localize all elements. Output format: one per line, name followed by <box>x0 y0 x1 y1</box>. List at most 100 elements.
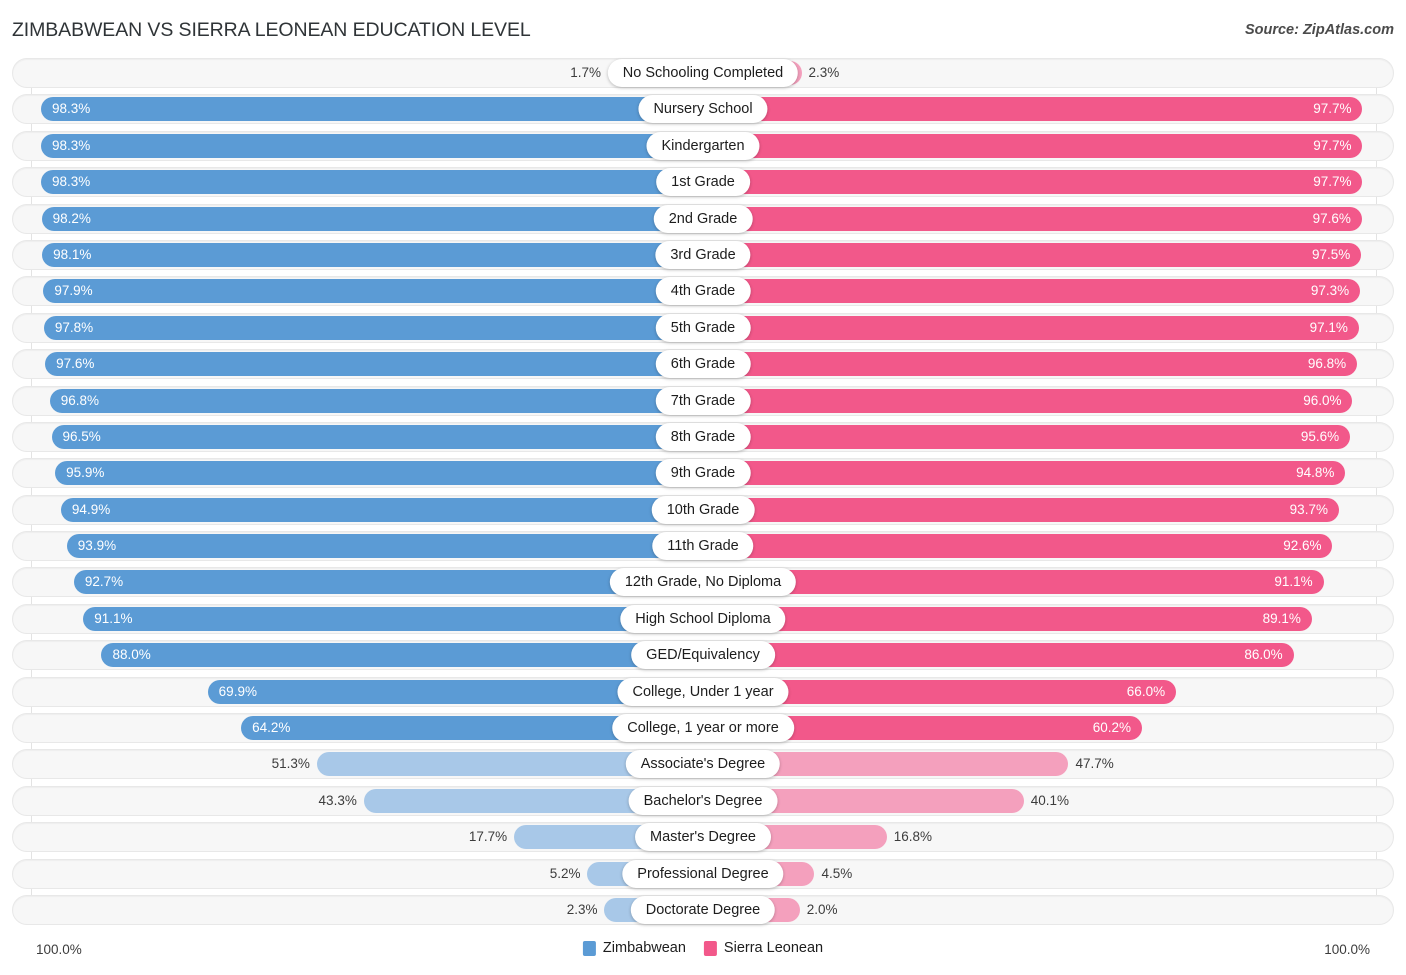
bar-value-zimbabwean: 64.2% <box>252 720 291 736</box>
bar-row: 98.1% 97.5% 3rd Grade <box>0 239 1406 270</box>
category-label: 1st Grade <box>656 168 750 197</box>
bar-zimbabwean[interactable]: 98.3% <box>40 97 703 122</box>
bar-sierra-leonean[interactable]: 93.7% <box>703 497 1339 522</box>
bar-zimbabwean[interactable]: 98.3% <box>40 170 703 195</box>
bar-row: 92.7% 91.1% 12th Grade, No Diploma <box>0 567 1406 598</box>
category-label: 12th Grade, No Diploma <box>609 568 797 597</box>
bar-row: 43.3% 40.1% Bachelor's Degree <box>0 785 1406 816</box>
bar-sierra-leonean[interactable]: 96.8% <box>703 352 1358 377</box>
bar-sierra-leonean[interactable]: 96.0% <box>703 388 1353 413</box>
bar-zimbabwean[interactable]: 96.5% <box>51 424 703 449</box>
bar-row: 95.9% 94.8% 9th Grade <box>0 458 1406 489</box>
bar-row: 96.5% 95.6% 8th Grade <box>0 421 1406 452</box>
bar-value-sierra-leonean: 91.1% <box>1274 574 1313 590</box>
bar-value-zimbabwean: 95.9% <box>66 465 105 481</box>
bar-sierra-leonean[interactable]: 97.7% <box>703 133 1363 158</box>
bar-zimbabwean[interactable]: 98.1% <box>42 242 703 267</box>
bar-value-zimbabwean: 98.1% <box>53 246 92 262</box>
bar-value-zimbabwean: 96.8% <box>60 392 100 408</box>
source-attribution: Source: ZipAtlas.com <box>1244 22 1394 38</box>
bar-value-sierra-leonean: 97.7% <box>1313 174 1352 190</box>
bar-value-zimbabwean: 91.1% <box>94 610 133 626</box>
category-label: 9th Grade <box>655 459 751 488</box>
bar-row: 97.8% 97.1% 5th Grade <box>0 312 1406 343</box>
bar-value-sierra-leonean: 97.1% <box>1309 319 1348 335</box>
bar-sierra-leonean[interactable]: 97.5% <box>703 242 1362 267</box>
bar-value-sierra-leonean: 60.2% <box>1092 720 1131 736</box>
category-label: 2nd Grade <box>653 204 753 233</box>
bar-sierra-leonean[interactable]: 89.1% <box>703 606 1312 631</box>
bar-sierra-leonean[interactable]: 97.1% <box>703 315 1359 340</box>
category-label: Professional Degree <box>622 859 784 888</box>
bar-value-sierra-leonean: 96.8% <box>1307 356 1347 372</box>
axis-label-left: 100.0% <box>36 942 82 957</box>
bar-zimbabwean[interactable]: 96.8% <box>49 388 703 413</box>
category-label: Bachelor's Degree <box>628 786 778 815</box>
legend-label: Zimbabwean <box>602 940 686 956</box>
bar-value-zimbabwean: 2.3% <box>566 901 598 917</box>
bar-zimbabwean[interactable]: 88.0% <box>101 643 703 668</box>
bar-value-sierra-leonean: 95.6% <box>1300 428 1340 444</box>
bar-zimbabwean[interactable]: 98.3% <box>40 133 703 158</box>
page-title: ZIMBABWEAN VS SIERRA LEONEAN EDUCATION L… <box>12 19 531 41</box>
bar-value-sierra-leonean: 86.0% <box>1244 647 1283 663</box>
bar-row: 98.3% 97.7% 1st Grade <box>0 167 1406 198</box>
category-label: 11th Grade <box>652 532 754 561</box>
bar-zimbabwean[interactable]: 92.7% <box>73 570 703 595</box>
bar-value-zimbabwean: 17.7% <box>468 829 508 845</box>
category-label: GED/Equivalency <box>631 641 775 670</box>
bar-zimbabwean[interactable]: 95.9% <box>55 461 703 486</box>
bar-row: 94.9% 93.7% 10th Grade <box>0 494 1406 525</box>
bar-value-zimbabwean: 43.3% <box>318 792 357 808</box>
bar-row: 5.2% 4.5% Professional Degree <box>0 858 1406 889</box>
bar-row: 17.7% 16.8% Master's Degree <box>0 822 1406 853</box>
bar-value-zimbabwean: 69.9% <box>218 683 257 699</box>
bar-zimbabwean[interactable]: 97.9% <box>43 279 703 304</box>
bar-zimbabwean[interactable]: 93.9% <box>66 534 703 559</box>
bar-sierra-leonean[interactable]: 92.6% <box>703 534 1333 559</box>
bar-value-sierra-leonean: 97.7% <box>1313 137 1352 153</box>
category-label: Associate's Degree <box>625 750 781 779</box>
legend-swatch-icon <box>582 940 596 956</box>
chart-footer: 100.0% 100.0% Zimbabwean Sierra Leonean <box>0 938 1406 975</box>
bar-row: 2.3% 2.0% Doctorate Degree <box>0 894 1406 925</box>
bar-row: 98.2% 97.6% 2nd Grade <box>0 203 1406 234</box>
bar-zimbabwean[interactable]: 97.6% <box>45 352 703 377</box>
bar-zimbabwean[interactable]: 98.2% <box>41 206 703 231</box>
axis-label-right: 100.0% <box>1324 942 1370 957</box>
bar-zimbabwean[interactable]: 91.1% <box>83 606 703 631</box>
bar-value-zimbabwean: 1.7% <box>570 65 602 80</box>
legend-item[interactable]: Sierra Leonean <box>703 940 823 956</box>
category-label: Master's Degree <box>635 823 771 852</box>
bar-value-zimbabwean: 97.9% <box>54 283 93 299</box>
bar-value-zimbabwean: 98.3% <box>51 137 91 153</box>
chart-legend: Zimbabwean Sierra Leonean <box>582 940 823 956</box>
bar-sierra-leonean[interactable]: 95.6% <box>703 424 1351 449</box>
bar-rows-container: 1.7% 2.3% No Schooling Completed 98.3% 97.7%… <box>0 58 1406 931</box>
category-label: 6th Grade <box>655 350 751 379</box>
bar-row: 97.6% 96.8% 6th Grade <box>0 349 1406 380</box>
bar-sierra-leonean[interactable]: 97.6% <box>703 206 1362 231</box>
bar-sierra-leonean[interactable]: 94.8% <box>703 461 1346 486</box>
bar-zimbabwean[interactable]: 97.8% <box>43 315 703 340</box>
bar-value-zimbabwean: 51.3% <box>271 756 310 772</box>
bar-value-sierra-leonean: 47.7% <box>1075 756 1114 772</box>
legend-item[interactable]: Zimbabwean <box>582 940 686 956</box>
bar-value-sierra-leonean: 97.5% <box>1312 246 1351 262</box>
bar-sierra-leonean[interactable]: 97.7% <box>703 170 1363 195</box>
bar-sierra-leonean[interactable]: 91.1% <box>703 570 1324 595</box>
bar-zimbabwean[interactable]: 94.9% <box>60 497 703 522</box>
bar-value-zimbabwean: 94.9% <box>71 501 111 517</box>
bar-sierra-leonean[interactable]: 86.0% <box>703 643 1294 668</box>
category-label: Kindergarten <box>646 131 760 160</box>
bar-row: 93.9% 92.6% 11th Grade <box>0 531 1406 562</box>
bar-value-sierra-leonean: 89.1% <box>1262 610 1301 626</box>
category-label: 8th Grade <box>655 422 751 451</box>
bar-value-zimbabwean: 92.7% <box>84 574 124 590</box>
category-label: High School Diploma <box>620 604 786 633</box>
bar-row: 97.9% 97.3% 4th Grade <box>0 276 1406 307</box>
bar-value-zimbabwean: 98.2% <box>52 210 91 226</box>
bar-sierra-leonean[interactable]: 97.3% <box>703 279 1361 304</box>
bar-sierra-leonean[interactable]: 97.7% <box>703 97 1363 122</box>
legend-swatch-icon <box>703 940 717 956</box>
